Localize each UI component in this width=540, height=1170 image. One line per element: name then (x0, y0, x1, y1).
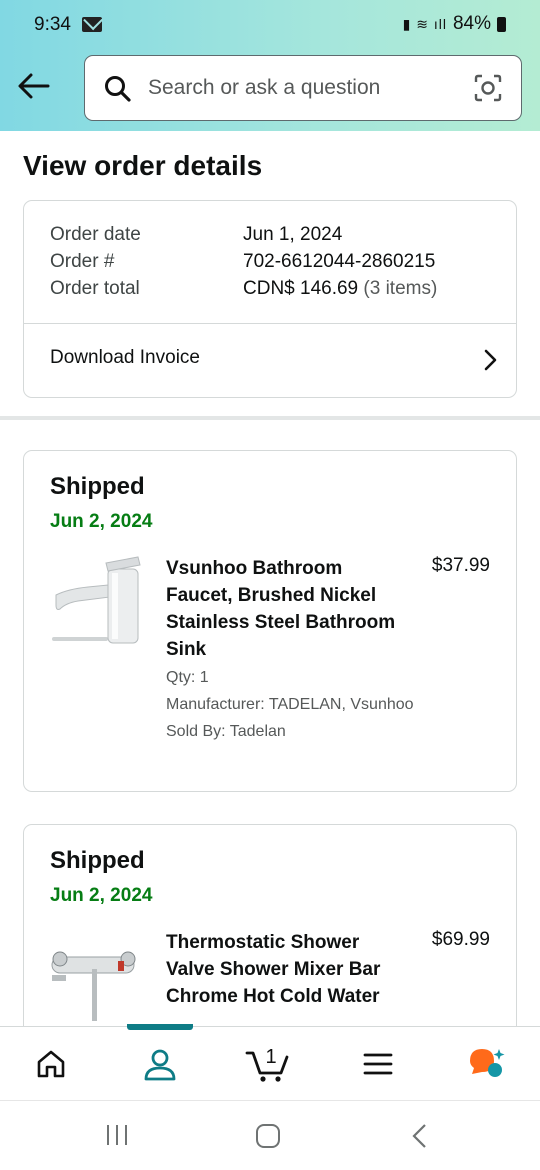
product-image[interactable] (48, 925, 142, 1025)
order-items-count: (3 items) (363, 278, 438, 299)
search-icon[interactable] (104, 75, 132, 103)
signal-icon: ▮ ≋ ıll (402, 15, 447, 32)
status-indicators: ▮ ≋ ıll 84% (403, 13, 506, 35)
order-number-value: 702-6612044-2860215 (243, 251, 436, 272)
search-input[interactable]: Search or ask a question (148, 76, 380, 100)
shipment-card: Shipped Jun 2, 2024 Vsunhoo Bathroom Fau… (23, 450, 517, 792)
back-arrow-icon (18, 73, 50, 99)
order-total-value: CDN$ 146.69 (3 items) (243, 278, 437, 300)
home-icon (37, 1050, 65, 1078)
page-title: View order details (23, 150, 263, 181)
order-total-amount: CDN$ 146.69 (243, 278, 359, 299)
order-date-value: Jun 1, 2024 (243, 224, 343, 245)
shipment-status: Shipped (50, 473, 145, 500)
section-divider (0, 416, 540, 420)
search-bar[interactable]: Search or ask a question (84, 55, 522, 121)
account-icon (144, 1049, 176, 1081)
product-title[interactable]: Thermostatic Shower Valve Shower Mixer B… (166, 929, 396, 1010)
battery-icon (497, 16, 506, 32)
shipment-date: Jun 2, 2024 (50, 511, 153, 532)
back-system-button[interactable] (408, 1123, 432, 1154)
order-date-label: Order date (50, 224, 141, 245)
product-price: $69.99 (431, 929, 490, 950)
active-tab-indicator (127, 1024, 193, 1030)
bottom-navigation: 1 (0, 1024, 540, 1100)
product-qty: Qty: 1 (166, 669, 209, 686)
mail-notification-icon (82, 17, 102, 32)
status-bar: 9:34 ▮ ≋ ıll 84% (0, 0, 540, 52)
nav-home[interactable] (34, 1047, 68, 1086)
chevron-right-icon (484, 349, 497, 371)
shipment-date: Jun 2, 2024 (50, 885, 153, 906)
product-seller: Sold By: Tadelan (166, 723, 286, 740)
home-circle-icon (256, 1124, 280, 1148)
menu-icon (363, 1053, 393, 1075)
nav-account[interactable] (142, 1047, 178, 1088)
camera-lens-icon[interactable] (473, 73, 503, 103)
cart-count: 1 (265, 1046, 276, 1068)
home-system-button[interactable] (255, 1123, 281, 1154)
back-chevron-icon (412, 1124, 426, 1148)
nav-rufus[interactable] (466, 1045, 506, 1086)
rufus-icon (470, 1049, 505, 1077)
product-price: $37.99 (431, 555, 490, 576)
back-button[interactable] (16, 70, 52, 102)
download-invoice-row[interactable]: Download Invoice (24, 324, 516, 397)
order-total-label: Order total (50, 278, 140, 299)
cart-icon: 1 (245, 1046, 289, 1082)
system-navigation-bar (0, 1100, 540, 1170)
product-image[interactable] (48, 551, 142, 651)
battery-percent: 84% (452, 13, 491, 34)
order-number-label: Order # (50, 251, 115, 272)
download-invoice-label: Download Invoice (50, 347, 200, 368)
shipment-status: Shipped (50, 847, 145, 874)
product-title[interactable]: Vsunhoo Bathroom Faucet, Brushed Nickel … (166, 555, 396, 663)
recent-apps-button[interactable] (104, 1123, 130, 1152)
status-time: 9:34 (34, 14, 71, 35)
order-summary-card: Order date Jun 1, 2024 Order # 702-66120… (23, 200, 517, 398)
recent-apps-icon (107, 1125, 127, 1145)
product-manufacturer: Manufacturer: TADELAN, Vsunhoo (166, 696, 414, 713)
nav-menu[interactable] (362, 1051, 394, 1082)
nav-cart[interactable]: 1 (244, 1043, 292, 1088)
